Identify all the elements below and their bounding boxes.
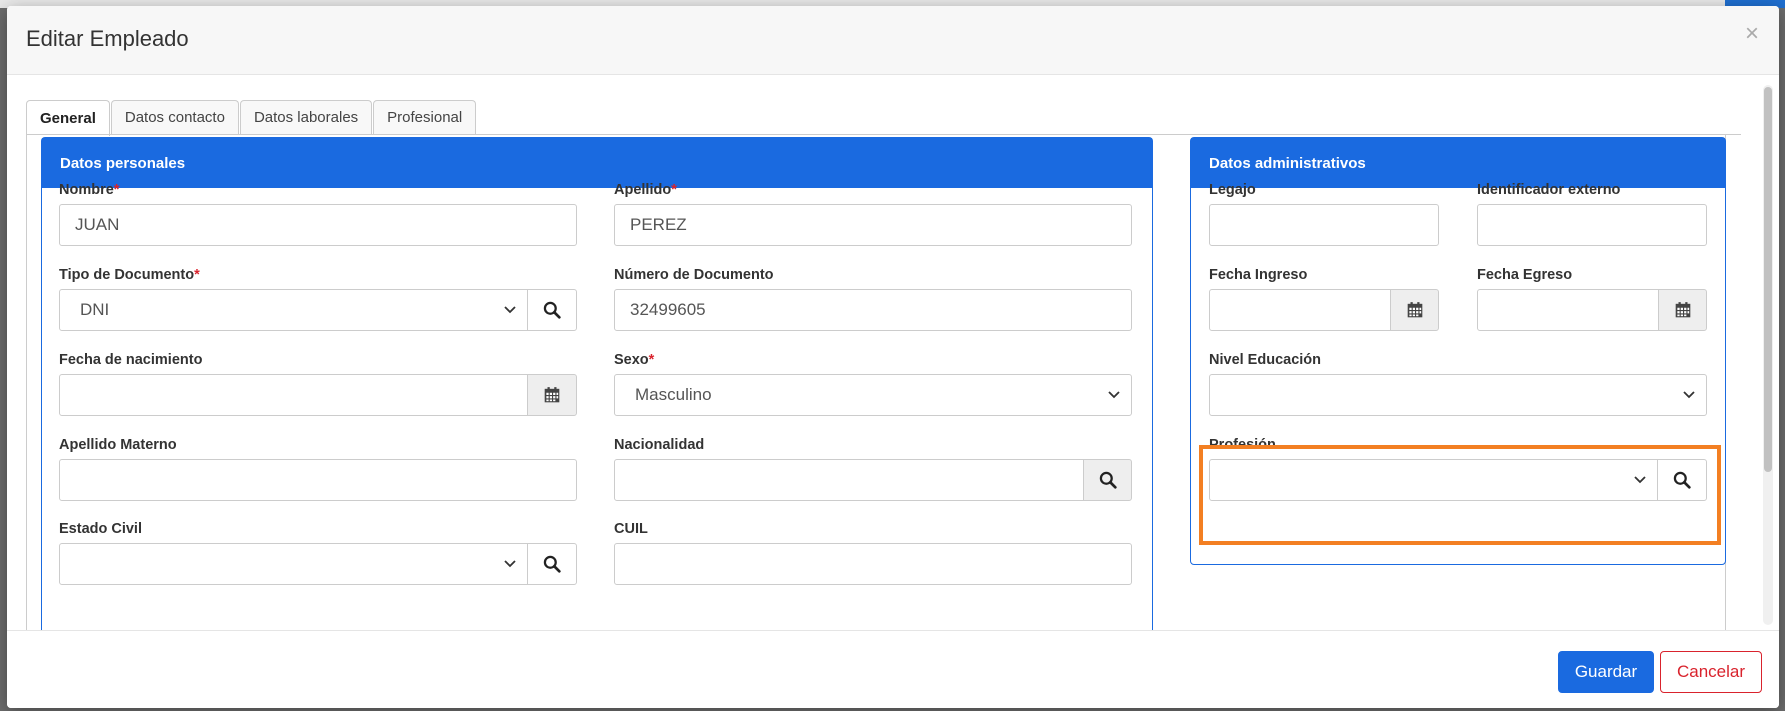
field-label: Nivel Educación	[1209, 352, 1322, 368]
field-apellido: Apellido* PEREZ	[614, 182, 1132, 246]
field-cuil: CUIL	[614, 521, 1132, 585]
cancel-button[interactable]: Cancelar	[1660, 651, 1762, 693]
field-label: Estado Civil	[59, 521, 142, 537]
search-icon	[543, 555, 561, 573]
field-nombre: Nombre* JUAN	[59, 182, 577, 246]
field-label: Apellido	[614, 182, 672, 198]
fecha-ingreso-calendar-button[interactable]	[1390, 289, 1439, 331]
fecha-ingreso-input[interactable]	[1209, 289, 1391, 331]
calendar-icon	[543, 386, 561, 404]
chevron-down-icon	[1682, 387, 1696, 401]
required-mark: *	[648, 352, 655, 368]
field-nacionalidad: Nacionalidad	[614, 437, 1132, 501]
calendar-icon	[1674, 301, 1692, 319]
tab-bar: General Datos contacto Datos laborales P…	[26, 100, 477, 136]
tab-general[interactable]: General	[26, 100, 110, 136]
tipo-documento-select[interactable]: DNI	[59, 289, 528, 331]
field-tipo-documento: Tipo de Documento* DNI	[59, 267, 577, 331]
field-label: Nombre	[59, 182, 114, 198]
field-fecha-ingreso: Fecha Ingreso	[1209, 267, 1439, 331]
field-label: Nacionalidad	[614, 437, 705, 453]
modal-scrollbar[interactable]	[1763, 85, 1773, 625]
field-label: Número de Documento	[614, 267, 774, 283]
field-label: Tipo de Documento	[59, 267, 195, 283]
field-label: Apellido Materno	[59, 437, 177, 453]
field-apellido-materno: Apellido Materno	[59, 437, 577, 501]
field-sexo: Sexo* Masculino	[614, 352, 1132, 416]
field-numero-documento: Número de Documento 32499605	[614, 267, 1132, 331]
tab-profesional[interactable]: Profesional	[373, 100, 477, 134]
modal-header: Editar Empleado ×	[7, 6, 1779, 75]
tipo-documento-search-button[interactable]	[527, 289, 577, 331]
field-legajo: Legajo	[1209, 182, 1439, 246]
edit-employee-modal: Editar Empleado × General Datos contacto…	[7, 6, 1779, 708]
field-label: Fecha Ingreso	[1209, 267, 1308, 283]
cuil-input[interactable]	[614, 543, 1132, 585]
scrollbar-thumb[interactable]	[1764, 87, 1772, 472]
field-nivel-educacion: Nivel Educación	[1209, 352, 1707, 416]
legajo-input[interactable]	[1209, 204, 1439, 246]
nombre-input[interactable]: JUAN	[59, 204, 577, 246]
modal-body: General Datos contacto Datos laborales P…	[7, 75, 1779, 630]
tab-content-border	[26, 134, 27, 630]
apellido-input[interactable]: PEREZ	[614, 204, 1132, 246]
estado-civil-search-button[interactable]	[527, 543, 577, 585]
field-label: CUIL	[614, 521, 648, 537]
search-icon	[543, 301, 561, 319]
field-estado-civil: Estado Civil	[59, 521, 577, 585]
tab-divider	[26, 134, 1741, 135]
select-value: DNI	[80, 300, 110, 319]
tab-datos-laborales[interactable]: Datos laborales	[239, 100, 373, 134]
fecha-egreso-calendar-button[interactable]	[1658, 289, 1707, 331]
panel-title: Datos administrativos	[1191, 138, 1725, 188]
field-label: Legajo	[1209, 182, 1256, 198]
modal-title: Editar Empleado	[26, 26, 189, 51]
fecha-egreso-input[interactable]	[1477, 289, 1659, 331]
field-label: Fecha Egreso	[1477, 267, 1573, 283]
fecha-nacimiento-calendar-button[interactable]	[527, 374, 577, 416]
nivel-educacion-select[interactable]	[1209, 374, 1707, 416]
estado-civil-select[interactable]	[59, 543, 528, 585]
field-fecha-nacimiento: Fecha de nacimiento	[59, 352, 577, 416]
profesion-highlight-box	[1199, 445, 1721, 545]
identificador-externo-input[interactable]	[1477, 204, 1707, 246]
required-mark: *	[671, 182, 677, 198]
fecha-nacimiento-input[interactable]	[59, 374, 528, 416]
select-value: Masculino	[635, 385, 712, 404]
search-icon	[1099, 471, 1117, 489]
panel-title: Datos personales	[42, 138, 1152, 188]
save-button[interactable]: Guardar	[1558, 651, 1654, 693]
sexo-select[interactable]: Masculino	[614, 374, 1132, 416]
modal-footer: Guardar Cancelar	[7, 630, 1779, 708]
nacionalidad-input[interactable]	[614, 459, 1084, 501]
field-fecha-egreso: Fecha Egreso	[1477, 267, 1707, 331]
chevron-down-icon	[1107, 387, 1121, 401]
calendar-icon	[1406, 301, 1424, 319]
field-label: Identificador externo	[1477, 182, 1621, 198]
close-icon[interactable]: ×	[1745, 22, 1759, 46]
field-identificador-externo: Identificador externo	[1477, 182, 1707, 246]
required-mark: *	[113, 182, 120, 198]
field-label: Fecha de nacimiento	[59, 352, 203, 368]
tab-datos-contacto[interactable]: Datos contacto	[110, 100, 239, 134]
nacionalidad-search-button[interactable]	[1083, 459, 1132, 501]
numero-documento-input[interactable]: 32499605	[614, 289, 1132, 331]
chevron-down-icon	[503, 556, 517, 570]
field-label: Sexo	[614, 352, 649, 368]
required-mark: *	[194, 267, 200, 283]
chevron-down-icon	[503, 302, 517, 316]
apellido-materno-input[interactable]	[59, 459, 577, 501]
